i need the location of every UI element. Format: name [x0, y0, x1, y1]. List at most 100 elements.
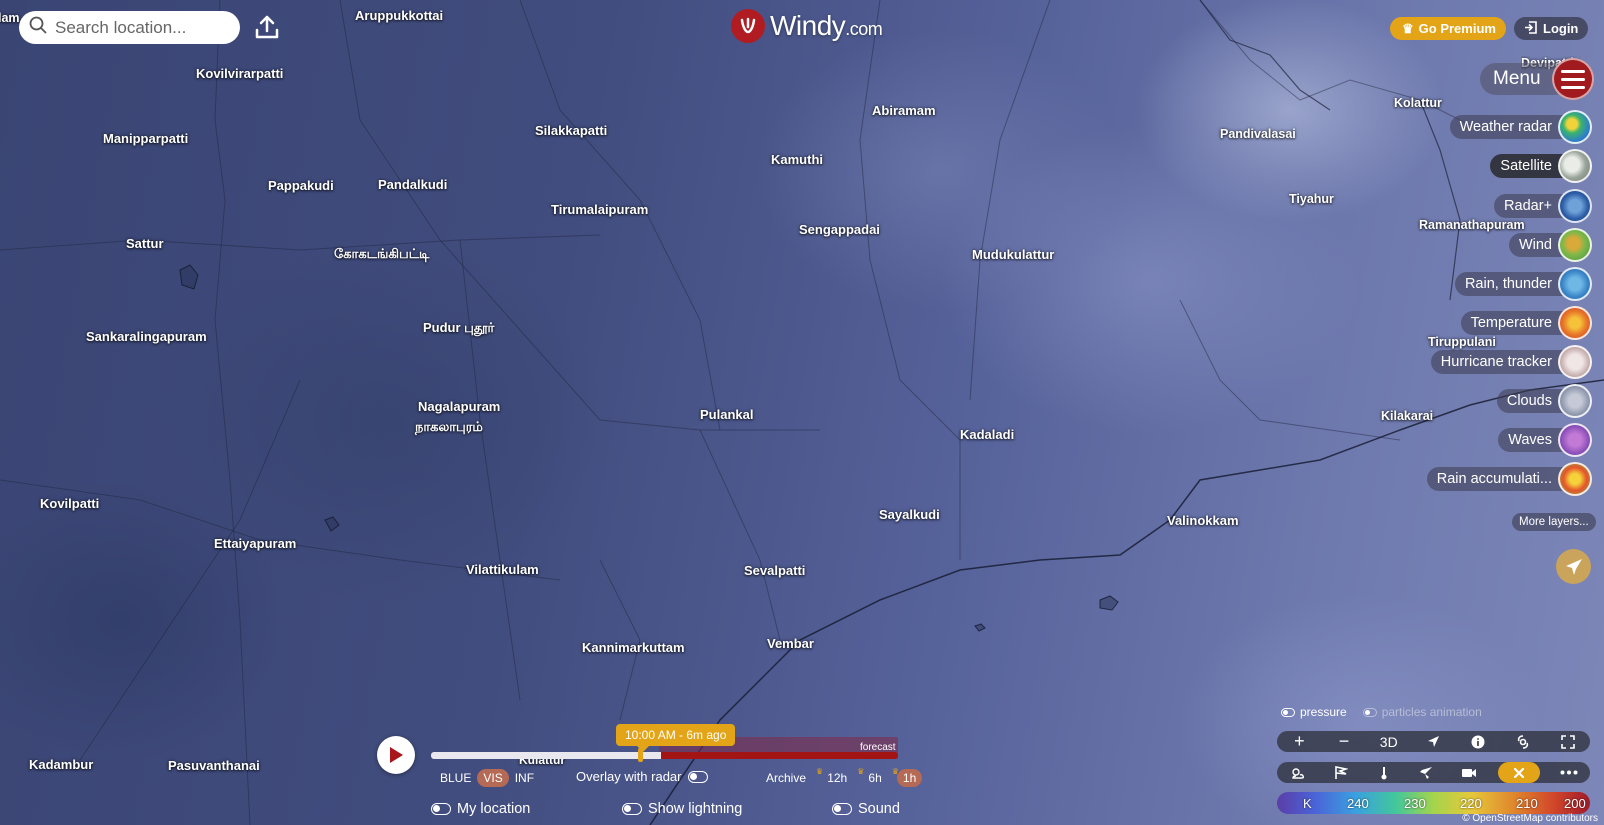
map-attribution[interactable]: © OpenStreetMap contributors — [1462, 813, 1598, 824]
layer-hurricane-tracker[interactable]: Hurricane tracker — [1430, 345, 1592, 379]
share-icon[interactable] — [252, 12, 282, 42]
scale-tick: 230 — [1404, 795, 1426, 811]
layer-radar-plus[interactable]: Radar+ — [1494, 189, 1592, 223]
windy-logo-icon — [731, 9, 765, 43]
place-label: Kadambur — [29, 757, 94, 772]
search-box[interactable] — [19, 11, 240, 44]
place-label: Sevalpatti — [744, 563, 806, 578]
timeline-track[interactable] — [431, 752, 898, 759]
more-layers-button[interactable]: More layers... — [1512, 513, 1596, 531]
band-vis[interactable]: VIS — [477, 769, 509, 787]
windy-logo[interactable]: Windy.com — [731, 9, 883, 43]
my-location-option[interactable]: My location — [431, 801, 530, 817]
pressure-switch[interactable] — [1281, 707, 1295, 717]
login-button[interactable]: Login — [1514, 17, 1589, 40]
band-blue[interactable]: BLUE — [434, 769, 477, 787]
layer-weather-radar[interactable]: Weather radar — [1449, 110, 1592, 144]
play-button[interactable] — [377, 736, 415, 774]
place-label: Kovilpatti — [40, 496, 100, 511]
map-lines — [0, 0, 1604, 825]
show-lightning-switch[interactable] — [622, 803, 642, 815]
place-label: Sankaralingapuram — [86, 329, 207, 344]
close-overlay-icon[interactable] — [1497, 762, 1540, 783]
fullscreen-icon[interactable] — [1554, 731, 1582, 752]
airport-icon[interactable] — [1412, 762, 1440, 783]
band-selector: BLUE VIS INF — [434, 769, 540, 787]
sound-option[interactable]: Sound — [832, 801, 900, 817]
layer-rain-accumulation[interactable]: Rain accumulati... — [1426, 462, 1592, 496]
scale-tick: 240 — [1347, 795, 1369, 811]
pressure-label: pressure — [1300, 705, 1347, 719]
layer-clouds[interactable]: Clouds — [1496, 384, 1592, 418]
step-12h[interactable]: 12h — [821, 769, 853, 787]
rain-accumulation-icon — [1558, 462, 1592, 496]
place-label: Silakkapatti — [535, 123, 608, 138]
scale-tick: 220 — [1460, 795, 1482, 811]
map[interactable]: Aruppukkottai Kovilvirarpatti Manipparpa… — [0, 0, 1604, 825]
crown-icon: ♛ — [891, 766, 899, 776]
timeline-forecast — [661, 752, 898, 759]
layer-temperature[interactable]: Temperature — [1460, 306, 1592, 340]
particles-toggle[interactable]: particles animation — [1362, 705, 1482, 719]
info-icon[interactable] — [1464, 731, 1492, 752]
wind-icon — [1558, 228, 1592, 262]
waves-icon — [1558, 423, 1592, 457]
scale-unit: K — [1303, 795, 1312, 811]
more-icon[interactable] — [1555, 762, 1583, 783]
search-icon — [29, 16, 47, 39]
layer-rain-thunder[interactable]: Rain, thunder — [1454, 267, 1592, 301]
particles-label: particles animation — [1381, 705, 1482, 719]
logo-brand: Windy — [770, 10, 846, 41]
layer-waves[interactable]: Waves — [1498, 423, 1592, 457]
particles-switch[interactable] — [1362, 707, 1377, 717]
step-6h[interactable]: 6h — [862, 769, 887, 787]
airplane-icon[interactable] — [1556, 549, 1591, 584]
3d-button[interactable]: 3D — [1375, 731, 1403, 752]
archive-button[interactable]: Archive — [760, 769, 812, 787]
go-premium-label: Go Premium — [1418, 21, 1496, 36]
search-input[interactable] — [55, 17, 235, 38]
flag-icon[interactable] — [1327, 762, 1355, 783]
map-options: pressure particles animation — [1281, 705, 1482, 719]
thermometer-icon[interactable] — [1370, 762, 1398, 783]
place-label: Pudur புதூர் — [423, 320, 495, 335]
zoom-out-button[interactable]: − — [1330, 731, 1358, 752]
locate-icon[interactable] — [1419, 731, 1447, 752]
pressure-toggle[interactable]: pressure — [1281, 705, 1347, 719]
hamburger-menu-icon[interactable] — [1552, 58, 1594, 100]
webcam-icon[interactable] — [1455, 762, 1483, 783]
scale-tick: 210 — [1516, 795, 1538, 811]
overlay-radar-toggle[interactable]: Overlay with radar — [576, 769, 709, 784]
place-label: Kadaladi — [960, 427, 1015, 442]
place-label: Kovilvirarpatti — [196, 66, 284, 81]
hurricane-icon — [1558, 345, 1592, 379]
time-bubble[interactable]: 10:00 AM - 6m ago — [616, 724, 736, 752]
login-icon — [1524, 20, 1537, 37]
place-label: Pandalkudi — [378, 177, 448, 192]
satellite-icon — [1558, 149, 1592, 183]
my-location-switch[interactable] — [431, 803, 451, 815]
place-label: Sattur — [126, 236, 164, 251]
sound-switch[interactable] — [832, 803, 852, 815]
step-1h[interactable]: 1h — [896, 769, 923, 787]
scale-tick: 200 — [1564, 795, 1586, 811]
layer-wind[interactable]: Wind — [1508, 228, 1592, 262]
place-label: Pappakudi — [268, 178, 334, 193]
place-label: Pandivalasai — [1220, 127, 1296, 141]
hurricane-icon[interactable] — [1509, 731, 1537, 752]
place-label: Pulankal — [700, 407, 754, 422]
place-label: Tiyahur — [1289, 192, 1334, 206]
show-lightning-option[interactable]: Show lightning — [622, 801, 742, 817]
overlay-radar-switch[interactable] — [688, 770, 709, 783]
zoom-in-button[interactable]: + — [1285, 731, 1313, 752]
clouds-icon — [1558, 384, 1592, 418]
place-label: Nagalapuram — [418, 399, 501, 414]
logo-tld: .com — [845, 19, 883, 39]
weather-icon[interactable] — [1284, 762, 1312, 783]
layer-satellite[interactable]: Satellite — [1490, 149, 1592, 183]
place-label: Kamuthi — [771, 152, 823, 167]
band-inf[interactable]: INF — [509, 769, 540, 787]
go-premium-button[interactable]: ♛ Go Premium — [1390, 17, 1506, 40]
show-lightning-label: Show lightning — [648, 801, 743, 817]
rain-thunder-icon — [1558, 267, 1592, 301]
